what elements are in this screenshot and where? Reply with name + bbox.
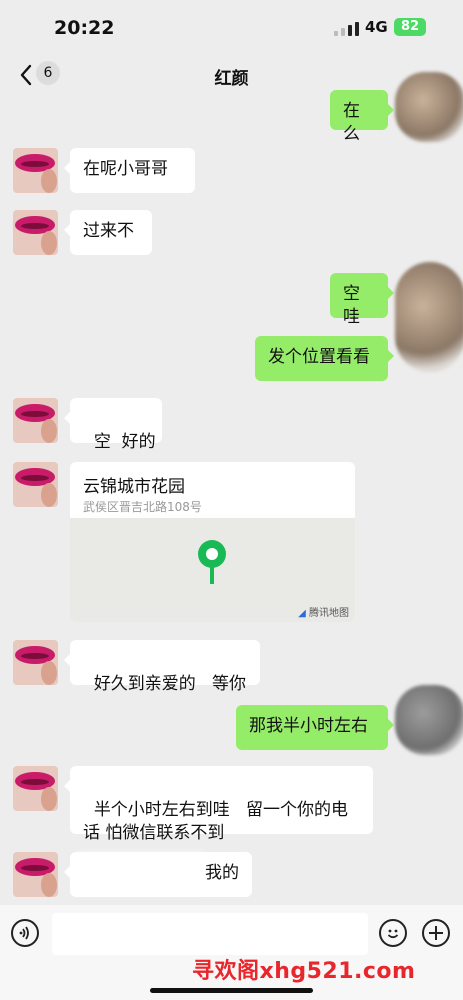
message-bubble-out[interactable]: 在么 — [330, 90, 394, 144]
message-bubble-in[interactable]: 在呢小哥哥 — [64, 148, 195, 193]
home-indicator — [150, 988, 313, 993]
contact-avatar[interactable] — [13, 766, 58, 811]
network-type: 4G — [365, 18, 388, 36]
contact-avatar[interactable] — [13, 210, 58, 255]
clock: 20:22 — [54, 17, 115, 39]
location-address: 武侯区晋吉北路108号 — [83, 500, 202, 514]
message-bubble-in[interactable]: 过来不 — [64, 210, 152, 255]
watermark-text: 寻欢阁xhg521.com — [192, 959, 416, 984]
my-avatar[interactable] — [395, 685, 463, 755]
contact-avatar[interactable] — [13, 852, 58, 897]
emoji-icon[interactable] — [379, 919, 407, 947]
contact-avatar[interactable] — [13, 148, 58, 193]
message-bubble-out[interactable]: 发个位置看看 — [255, 336, 394, 381]
message-bubble-out[interactable]: 空哇 — [330, 273, 394, 327]
status-bar: 20:22 4G 82 — [0, 0, 463, 56]
chat-header: 6 红颜 — [0, 56, 463, 96]
more-plus-icon[interactable] — [422, 919, 450, 947]
message-bubble-out[interactable]: 那我半小时左右 — [236, 705, 394, 750]
map-pin-icon — [198, 540, 226, 568]
my-avatar[interactable] — [395, 262, 463, 372]
map-credit: ◢ 腾讯地图 — [298, 608, 349, 619]
message-bubble-in[interactable]: 半个小时左右到哇 留一个你的电话 怕微信联系不到 — [64, 766, 373, 843]
signal-icon — [334, 22, 360, 36]
message-input[interactable] — [52, 913, 368, 955]
battery-level: 82 — [400, 19, 420, 34]
location-map[interactable]: ◢ 腾讯地图 — [70, 518, 355, 622]
redaction-blur — [78, 852, 203, 894]
location-name: 云锦城市花园 — [83, 477, 185, 497]
battery-icon: 82 — [394, 18, 426, 36]
message-bubble-in[interactable]: 好久到亲爱的 等你 — [64, 640, 260, 694]
contact-avatar[interactable] — [13, 640, 58, 685]
voice-input-icon[interactable] — [11, 919, 39, 947]
contact-avatar[interactable] — [13, 462, 58, 507]
my-avatar[interactable] — [395, 72, 463, 142]
message-bubble-in[interactable]: 空 好的 — [64, 398, 162, 452]
contact-avatar[interactable] — [13, 398, 58, 443]
chat-title: 红颜 — [214, 69, 249, 89]
location-message-card[interactable]: 云锦城市花园 武侯区晋吉北路108号 ◢ 腾讯地图 — [70, 462, 355, 622]
map-pin-stem — [210, 566, 214, 584]
